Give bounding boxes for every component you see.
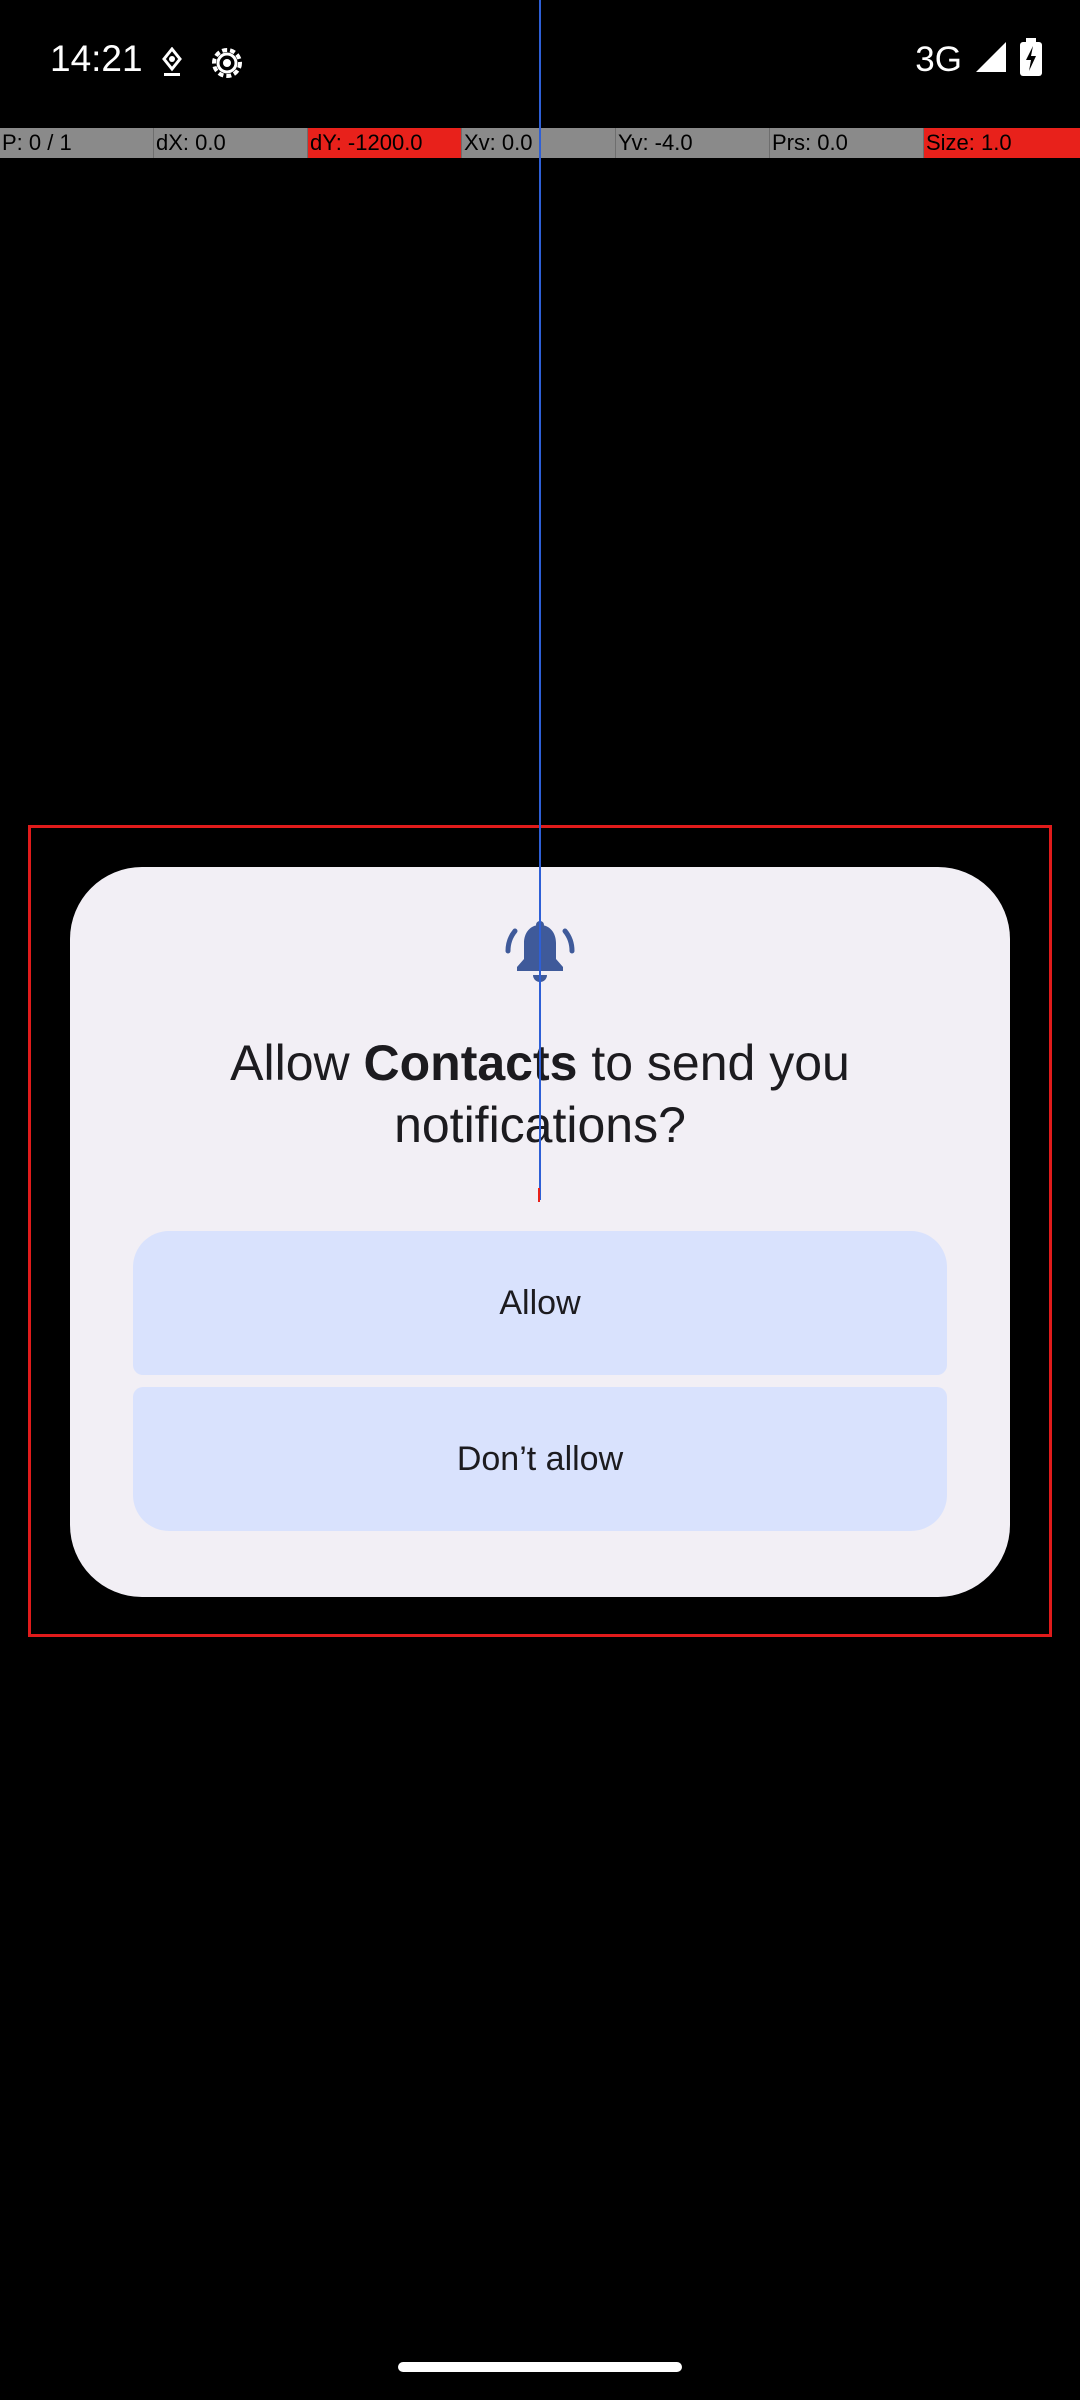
pointer-cell-size: Size: 1.0	[924, 128, 1080, 158]
location-pin-icon	[160, 46, 184, 84]
settings-gear-icon	[208, 44, 246, 87]
gesture-navigation-handle[interactable]	[398, 2362, 682, 2372]
pointer-cell-pointers: P: 0 / 1	[0, 128, 154, 158]
signal-icon	[974, 40, 1008, 79]
allow-button[interactable]: Allow	[133, 1231, 947, 1375]
pointer-cell-dx: dX: 0.0	[154, 128, 308, 158]
touch-trace-line	[539, 0, 541, 1200]
network-type-label: 3G	[915, 39, 962, 79]
touch-trace-end-marker	[538, 1188, 540, 1202]
pointer-cell-yv: Yv: -4.0	[616, 128, 770, 158]
status-notification-icons	[160, 44, 246, 87]
status-time: 14:21	[50, 38, 143, 79]
battery-charging-icon	[1020, 38, 1042, 81]
status-right-indicators: 3G	[915, 38, 1042, 81]
dont-allow-button[interactable]: Don’t allow	[133, 1387, 947, 1531]
pointer-cell-dy: dY: -1200.0	[308, 128, 462, 158]
dialog-title-prefix: Allow	[230, 1035, 364, 1091]
pointer-cell-pressure: Prs: 0.0	[770, 128, 924, 158]
dialog-title-app-name: Contacts	[363, 1035, 578, 1091]
